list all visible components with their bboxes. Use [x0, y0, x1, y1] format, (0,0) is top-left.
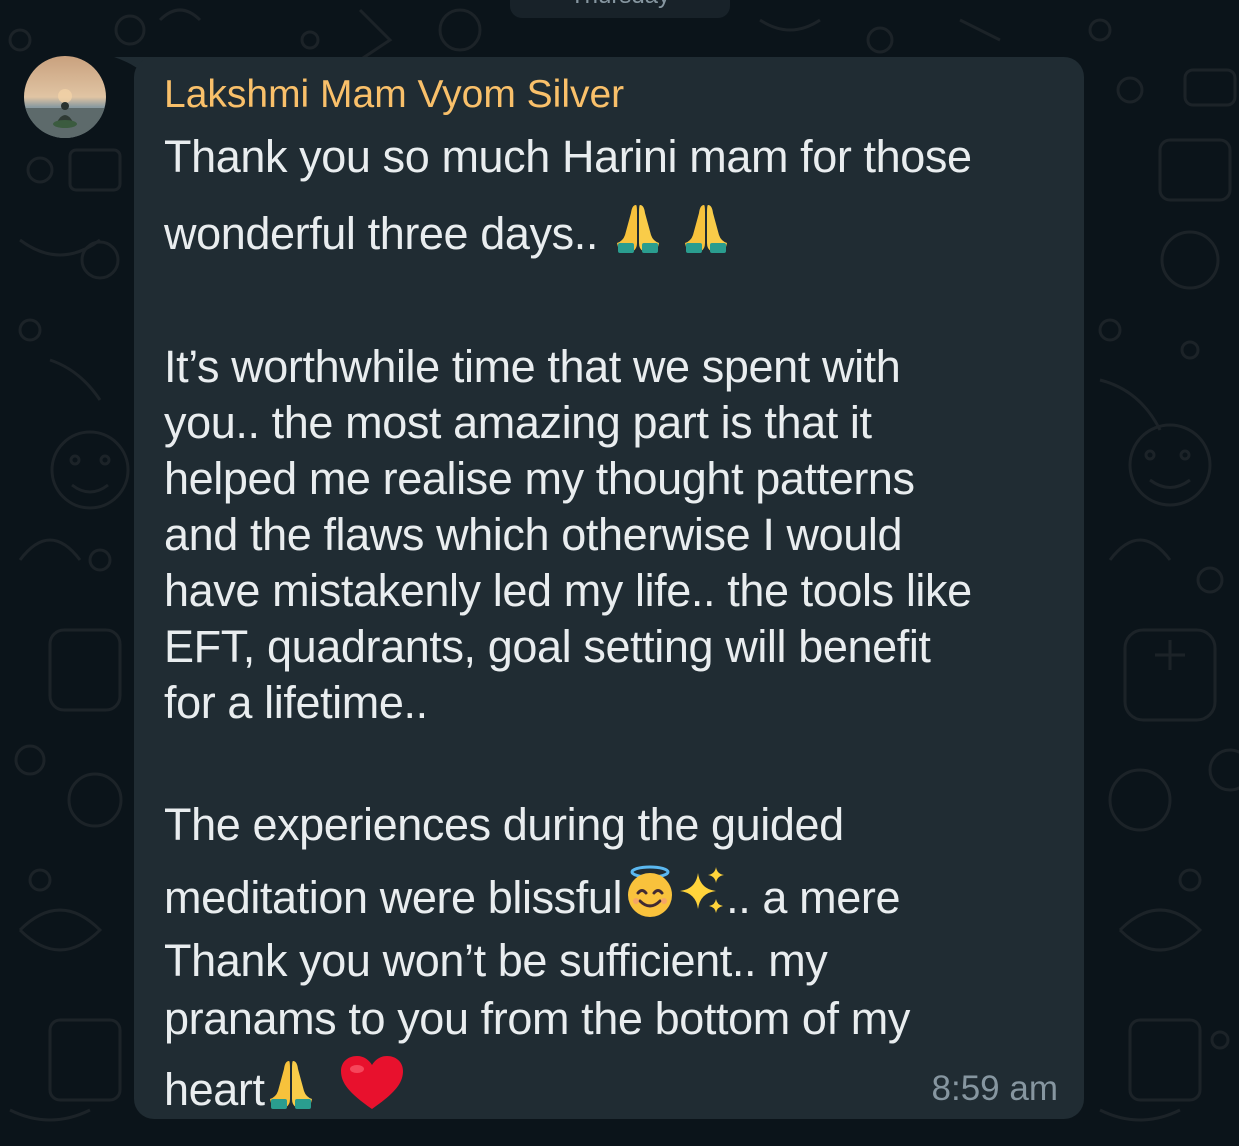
folded-hands-icon [682, 201, 730, 273]
message-line: It’s worthwhile time that we spent with [164, 341, 901, 392]
date-chip: Thursday [510, 0, 730, 18]
message-line: heart [164, 1055, 1064, 1125]
message-line: you.. the most amazing part is that it [164, 397, 872, 448]
message-line: helped me realise my thought patterns [164, 453, 915, 504]
message-line: meditation were blissful.. a mere [164, 863, 1064, 933]
sender-name[interactable]: Lakshmi Mam Vyom Silver [164, 73, 624, 117]
sender-avatar[interactable] [24, 56, 106, 138]
message-timestamp: 8:59 am [931, 1069, 1058, 1108]
message-line: have mistakenly led my life.. the tools … [164, 565, 972, 616]
chat-background: Thursday Lakshmi Mam Vyom Silver [0, 0, 1239, 1146]
sparkles-icon [678, 865, 726, 937]
message-line: for a lifetime.. [164, 677, 428, 728]
message-line: pranams to you from the bottom of my [164, 993, 910, 1044]
message-line: Thank you so much Harini mam for those [164, 131, 972, 182]
message-bubble[interactable]: Lakshmi Mam Vyom Silver Thank you so muc… [134, 57, 1084, 1119]
message-line: and the flaws which otherwise I would [164, 509, 903, 560]
message-text: Thank you so much Harini mam for those w… [164, 129, 1064, 1125]
message-line: Thank you won’t be sufficient.. my [164, 935, 828, 986]
red-heart-icon [339, 1055, 405, 1131]
folded-hands-icon [614, 201, 662, 273]
message-line: The experiences during the guided [164, 799, 844, 850]
message-line: wonderful three days.. [164, 199, 1064, 269]
message-line: EFT, quadrants, goal setting will benefi… [164, 621, 931, 672]
folded-hands-icon [267, 1057, 315, 1129]
smiling-face-with-halo-icon [622, 863, 678, 939]
avatar-photo [24, 56, 106, 138]
